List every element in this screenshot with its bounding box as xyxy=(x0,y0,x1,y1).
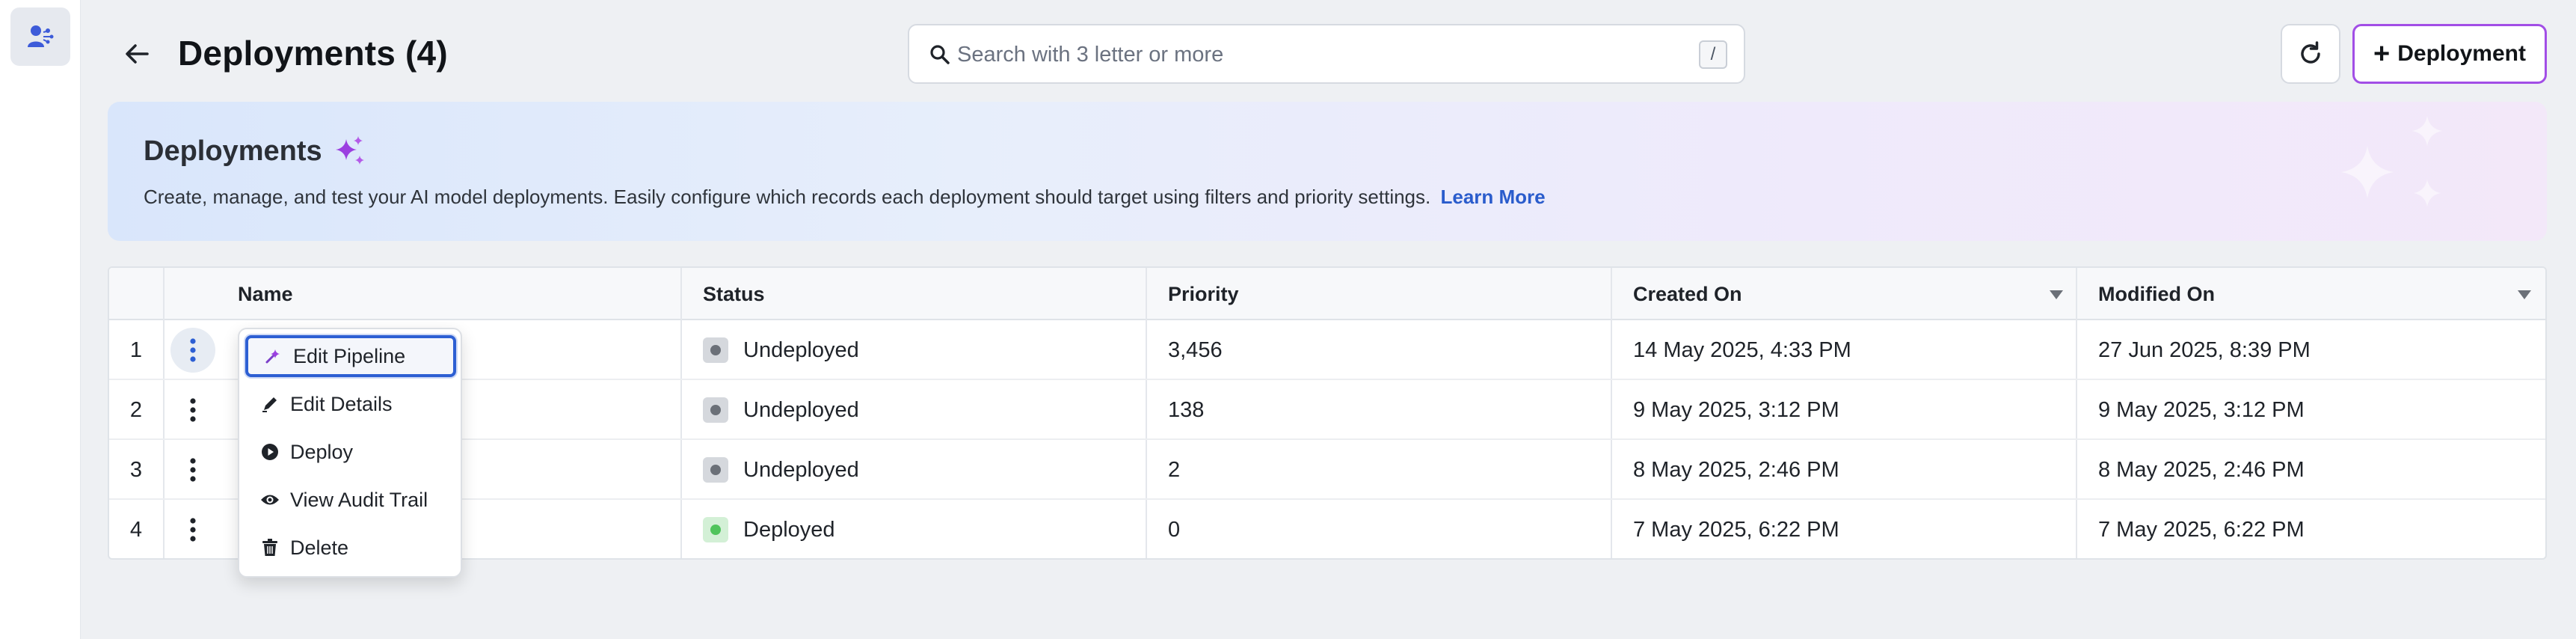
refresh-icon xyxy=(2301,41,2320,64)
search-shortcut-key: / xyxy=(1699,40,1727,69)
created-on-cell: 14 May 2025, 4:33 PM xyxy=(1633,337,1851,362)
eye-icon xyxy=(260,490,280,510)
row-actions-menu: Edit Pipeline Edit Details Deploy View A… xyxy=(238,328,462,578)
row-number: 2 xyxy=(129,397,143,422)
deployments-table: Name Status Priority Created On Modified… xyxy=(108,266,2547,560)
row-number: 4 xyxy=(129,517,143,542)
sort-caret-down-icon[interactable] xyxy=(2049,289,2064,301)
modified-on-cell: 7 May 2025, 6:22 PM xyxy=(2098,517,2305,542)
search-icon xyxy=(930,45,950,64)
row-number: 3 xyxy=(129,457,143,482)
column-header-modified-on[interactable]: Modified On xyxy=(2080,268,2545,320)
column-header-modified-on-label: Modified On xyxy=(2098,282,2215,305)
status-text: Undeployed xyxy=(743,457,859,482)
menu-item-label: Delete xyxy=(290,536,349,559)
column-header-priority[interactable]: Priority xyxy=(1150,268,1614,320)
menu-item-label: Edit Details xyxy=(290,392,393,415)
banner-title: Deployments xyxy=(144,135,322,167)
status-badge-icon xyxy=(703,337,728,363)
menu-item-delete[interactable]: Delete xyxy=(245,527,456,569)
banner-description-wrap: Create, manage, and test your AI model d… xyxy=(144,186,1546,209)
status-text: Undeployed xyxy=(743,337,859,362)
sparkles-icon xyxy=(335,136,364,165)
priority-cell: 3,456 xyxy=(1168,337,1223,362)
created-on-cell: 9 May 2025, 3:12 PM xyxy=(1633,397,1839,422)
status-text: Undeployed xyxy=(743,397,859,422)
more-vertical-icon xyxy=(190,458,196,482)
status-badge-icon xyxy=(703,397,728,423)
status-cell: Undeployed xyxy=(685,440,1146,500)
column-header-status[interactable]: Status xyxy=(685,268,1149,320)
row-actions-button[interactable] xyxy=(170,388,215,432)
menu-item-view-audit-trail[interactable]: View Audit Trail xyxy=(245,479,456,521)
menu-item-label: Deploy xyxy=(290,440,354,463)
sort-caret-down-icon[interactable] xyxy=(2517,289,2532,301)
banner-description: Create, manage, and test your AI model d… xyxy=(144,186,1431,208)
search-input[interactable] xyxy=(957,39,1675,70)
ai-agent-icon xyxy=(28,25,54,47)
status-text: Deployed xyxy=(743,517,835,542)
row-actions-button[interactable] xyxy=(170,447,215,492)
plus-icon: + xyxy=(2373,38,2391,70)
modified-on-cell: 27 Jun 2025, 8:39 PM xyxy=(2098,337,2311,362)
search-bar: / xyxy=(908,24,1745,84)
info-banner: Deployments Create, manage, and test you… xyxy=(108,102,2547,241)
more-vertical-icon xyxy=(190,398,196,422)
table-row[interactable]: 1 Undeployed 3,456 14 May 2025, 4:33 PM … xyxy=(109,320,2545,380)
play-circle-icon xyxy=(260,442,280,462)
add-deployment-label: Deployment xyxy=(2397,41,2526,66)
priority-cell: 138 xyxy=(1168,397,1205,422)
menu-item-edit-details[interactable]: Edit Details xyxy=(245,383,456,425)
add-deployment-button[interactable]: + Deployment xyxy=(2352,24,2547,84)
menu-item-edit-pipeline[interactable]: Edit Pipeline xyxy=(245,335,456,377)
modified-on-cell: 8 May 2025, 2:46 PM xyxy=(2098,457,2305,482)
more-vertical-icon xyxy=(190,518,196,542)
menu-item-label: View Audit Trail xyxy=(290,488,428,511)
menu-item-label: Edit Pipeline xyxy=(293,344,406,367)
priority-cell: 0 xyxy=(1168,517,1181,542)
refresh-button[interactable] xyxy=(2281,24,2340,84)
status-badge-icon xyxy=(703,457,728,483)
status-cell: Undeployed xyxy=(685,320,1146,380)
left-rail xyxy=(0,0,81,639)
created-on-cell: 8 May 2025, 2:46 PM xyxy=(1633,457,1839,482)
arrow-left-icon xyxy=(126,44,149,64)
column-header-name[interactable]: Name xyxy=(220,268,683,320)
menu-item-deploy[interactable]: Deploy xyxy=(245,431,456,473)
table-header: Name Status Priority Created On Modified… xyxy=(109,268,2545,320)
priority-cell: 2 xyxy=(1168,457,1181,482)
modified-on-cell: 9 May 2025, 3:12 PM xyxy=(2098,397,2305,422)
app-logo-button[interactable] xyxy=(10,7,70,66)
magic-wand-icon xyxy=(263,346,283,366)
status-cell: Deployed xyxy=(685,500,1146,558)
status-cell: Undeployed xyxy=(685,380,1146,440)
sparkle-decoration-icon xyxy=(2341,116,2442,207)
table-row[interactable]: 4 nent Deployed 0 7 May 2025, 6:22 PM 7 … xyxy=(109,500,2545,558)
back-button[interactable] xyxy=(112,31,162,76)
pencil-icon xyxy=(260,394,280,414)
status-badge-icon xyxy=(703,517,728,542)
banner-title-wrap: Deployments xyxy=(144,135,366,168)
table-row[interactable]: 2 ce input Undeployed 138 9 May 2025, 3:… xyxy=(109,380,2545,440)
row-actions-button[interactable] xyxy=(170,328,215,373)
row-number: 1 xyxy=(129,337,143,362)
column-header-created-on-label: Created On xyxy=(1633,282,1742,305)
created-on-cell: 7 May 2025, 6:22 PM xyxy=(1633,517,1839,542)
page-title: Deployments (4) xyxy=(178,34,448,73)
learn-more-link[interactable]: Learn More xyxy=(1440,186,1545,208)
column-header-created-on[interactable]: Created On xyxy=(1615,268,2079,320)
row-actions-button[interactable] xyxy=(170,507,215,552)
trash-icon xyxy=(260,538,280,557)
table-row[interactable]: 3 Undeployed 2 8 May 2025, 2:46 PM 8 May… xyxy=(109,440,2545,500)
more-vertical-icon xyxy=(190,338,196,362)
